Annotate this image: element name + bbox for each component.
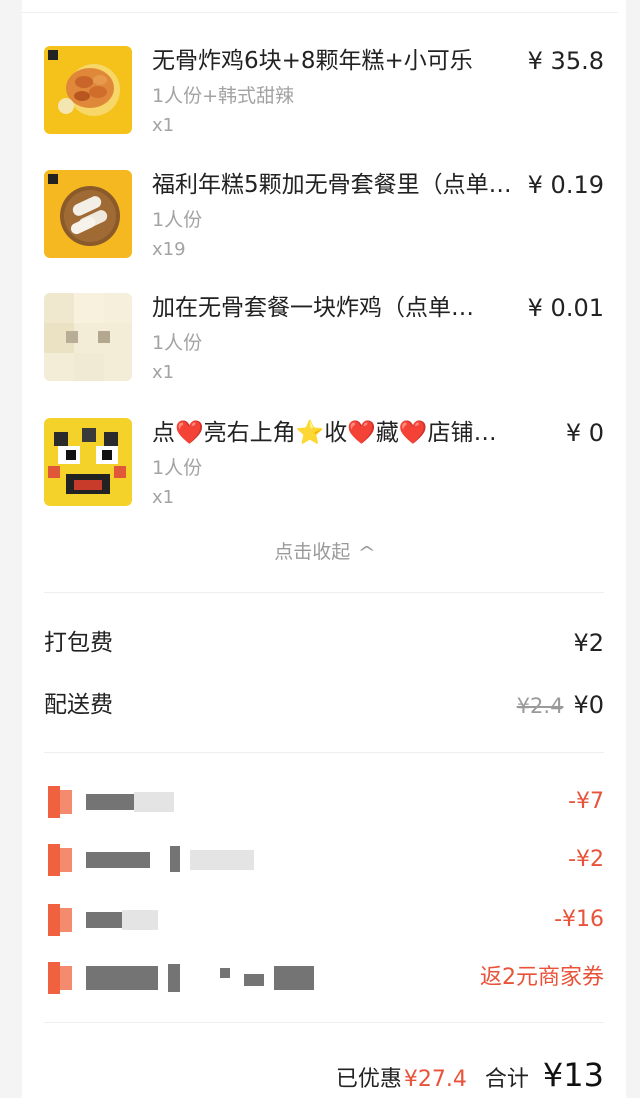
- discount-tag-icon: [48, 904, 72, 936]
- divider: [44, 1022, 604, 1023]
- item-spec: 1人份: [152, 209, 203, 231]
- item-image-fried-chicken: [44, 46, 132, 134]
- saved-label: 已优惠: [335, 1067, 402, 1092]
- item-price: ¥ 35.8: [527, 47, 604, 75]
- promotion-value: -¥16: [554, 907, 604, 932]
- item-price: ¥ 0.19: [527, 171, 604, 199]
- order-item[interactable]: 福利年糕5颗加无骨套餐里（点单… 1人份 x19 ¥ 0.19: [44, 170, 604, 270]
- collapse-toggle[interactable]: 点击收起 ^: [44, 537, 604, 564]
- delivery-fee-value: ¥0: [573, 691, 604, 719]
- redacted-text: [86, 966, 158, 990]
- order-item[interactable]: 点❤️亮右上角⭐收❤️藏❤️店铺赠… 1人份 x1 ¥ 0: [44, 418, 604, 518]
- item-spec: 1人份: [152, 457, 203, 479]
- delivery-fee-row: 配送费 ¥2.4 ¥0: [44, 688, 604, 722]
- redacted-text: [86, 912, 122, 928]
- order-item[interactable]: 加在无骨套餐一块炸鸡（点单… 1人份 x1 ¥ 0.01: [44, 293, 604, 393]
- redacted-text: [122, 910, 158, 930]
- item-quantity: x19: [152, 239, 186, 260]
- promotion-row: 返2元商家券: [44, 960, 604, 996]
- item-quantity: x1: [152, 115, 175, 136]
- item-quantity: x1: [152, 487, 175, 508]
- redacted-text: [220, 968, 230, 978]
- packaging-fee-row: 打包费 ¥2: [44, 626, 604, 660]
- redacted-text: [134, 792, 174, 812]
- promotion-row: -¥7: [44, 784, 604, 820]
- total-value: ¥13: [542, 1056, 604, 1094]
- item-spec: 1人份+韩式甜辣: [152, 85, 295, 107]
- order-summary: 已优惠¥27.4 合计 ¥13: [336, 1056, 604, 1098]
- divider: [44, 752, 604, 753]
- item-price: ¥ 0: [565, 419, 604, 447]
- promotion-value: -¥2: [568, 847, 604, 872]
- item-quantity: x1: [152, 362, 175, 383]
- packaging-fee-label: 打包费: [44, 630, 113, 656]
- redacted-text: [168, 964, 180, 992]
- item-image-rice-cake: [44, 170, 132, 258]
- redacted-text: [190, 850, 254, 870]
- redacted-text: [86, 794, 134, 810]
- item-image-pixelated-face: [44, 418, 132, 506]
- delivery-fee-original: ¥2.4: [516, 694, 564, 718]
- delivery-fee-amounts: ¥2.4 ¥0: [517, 688, 604, 723]
- discount-tag-icon: [48, 786, 72, 818]
- collapse-label: 点击收起: [274, 541, 351, 563]
- item-name: 加在无骨套餐一块炸鸡（点单…: [152, 295, 474, 321]
- saved-value: ¥27.4: [403, 1067, 467, 1092]
- redacted-text: [170, 846, 180, 872]
- item-name: 点❤️亮右上角⭐收❤️藏❤️店铺赠…: [152, 420, 518, 446]
- packaging-fee-value: ¥2: [573, 629, 604, 657]
- top-divider: [22, 12, 618, 13]
- coupon-icon: [48, 962, 72, 994]
- promotion-value: 返2元商家券: [480, 965, 604, 990]
- item-price: ¥ 0.01: [527, 294, 604, 322]
- redacted-text: [274, 966, 314, 990]
- chevron-up-icon: ^: [357, 543, 377, 562]
- order-item[interactable]: 无骨炸鸡6块+8颗年糕+小可乐 1人份+韩式甜辣 x1 ¥ 35.8: [44, 46, 604, 146]
- item-name: 福利年糕5颗加无骨套餐里（点单…: [152, 172, 512, 198]
- total-label: 合计: [484, 1067, 529, 1092]
- redacted-text: [244, 974, 264, 986]
- item-spec: 1人份: [152, 332, 203, 354]
- promotion-row: -¥16: [44, 902, 604, 938]
- promotion-row: -¥2: [44, 842, 604, 878]
- item-name: 无骨炸鸡6块+8颗年糕+小可乐: [152, 48, 473, 74]
- redacted-text: [86, 852, 150, 868]
- promotion-value: -¥7: [568, 789, 604, 814]
- item-image-pixelated: [44, 293, 132, 381]
- discount-tag-icon: [48, 844, 72, 876]
- delivery-fee-label: 配送费: [44, 692, 113, 718]
- divider: [44, 592, 604, 593]
